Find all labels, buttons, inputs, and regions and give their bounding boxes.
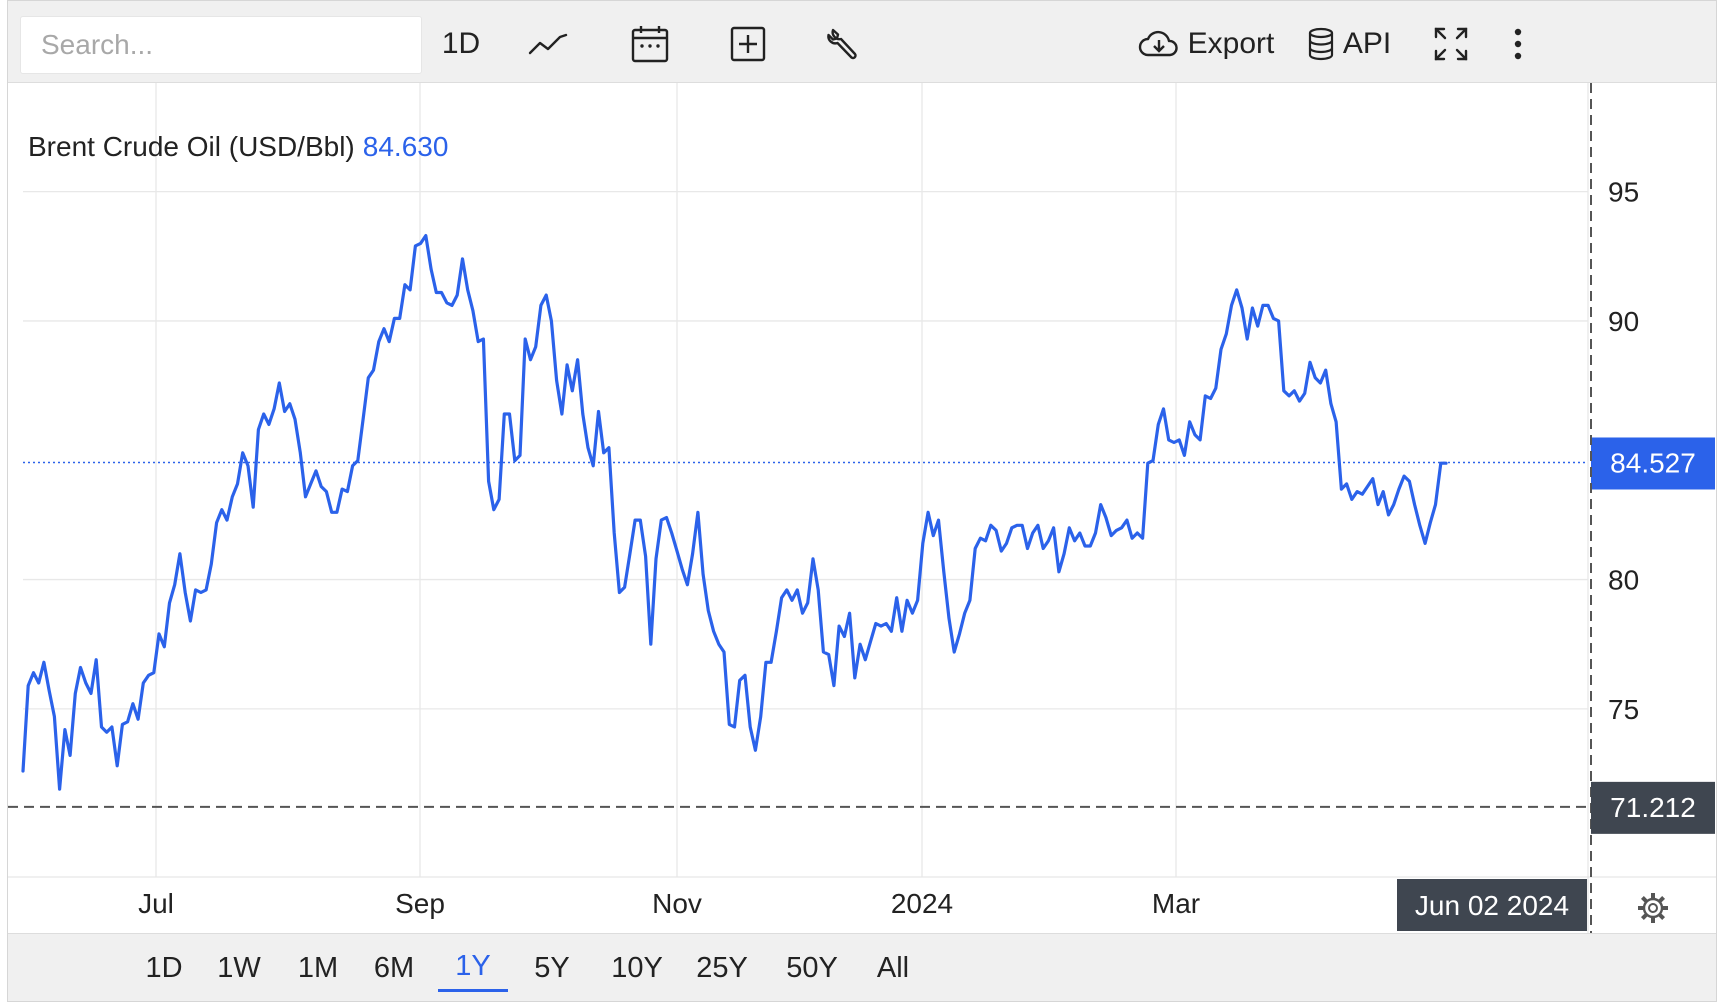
x-tick-label: Mar (1152, 888, 1200, 919)
range-10y[interactable]: 10Y (598, 944, 676, 992)
chart-title-text: Brent Crude Oil (USD/Bbl) (28, 131, 355, 162)
x-tick-label: Jul (138, 888, 174, 919)
chart-title: Brent Crude Oil (USD/Bbl) 84.630 (28, 131, 448, 162)
y-tick-label: 80 (1608, 565, 1639, 596)
settings-button[interactable] (1638, 893, 1668, 923)
crosshair-date-label: Jun 02 2024 (1415, 890, 1569, 921)
range-selector: 1D 1W 1M 6M 1Y 5Y 10Y 25Y 50Y All (8, 933, 1716, 1001)
range-1w[interactable]: 1W (206, 944, 272, 992)
crosshair-price-label: 71.212 (1610, 792, 1696, 823)
range-1y[interactable]: 1Y (438, 944, 508, 992)
range-25y[interactable]: 25Y (684, 944, 760, 992)
range-5y[interactable]: 5Y (522, 944, 582, 992)
range-all[interactable]: All (864, 944, 922, 992)
range-50y[interactable]: 50Y (772, 944, 852, 992)
range-1d[interactable]: 1D (132, 944, 196, 992)
range-6m[interactable]: 6M (360, 944, 428, 992)
grid-layer (23, 83, 1588, 877)
crosshair-layer: 84.527 71.212 Jun 02 2024 (8, 83, 1715, 933)
x-tick-label: Nov (652, 888, 702, 919)
chart-title-value: 84.630 (363, 131, 449, 162)
y-tick-label: 90 (1608, 306, 1639, 337)
series-layer (21, 234, 1448, 791)
y-tick-label: 75 (1608, 694, 1639, 725)
price-series-line (21, 234, 1448, 791)
x-tick-label: Sep (395, 888, 445, 919)
gear-icon (1638, 893, 1668, 923)
y-tick-label: 95 (1608, 177, 1639, 208)
x-tick-label: 2024 (891, 888, 953, 919)
last-price-label: 84.527 (1610, 447, 1696, 478)
chart-widget: 1D Export (7, 0, 1717, 1002)
range-1m[interactable]: 1M (284, 944, 352, 992)
price-chart[interactable]: 84.527 71.212 Jun 02 2024 95 90 80 75 Jul Sep No… (8, 1, 1716, 933)
